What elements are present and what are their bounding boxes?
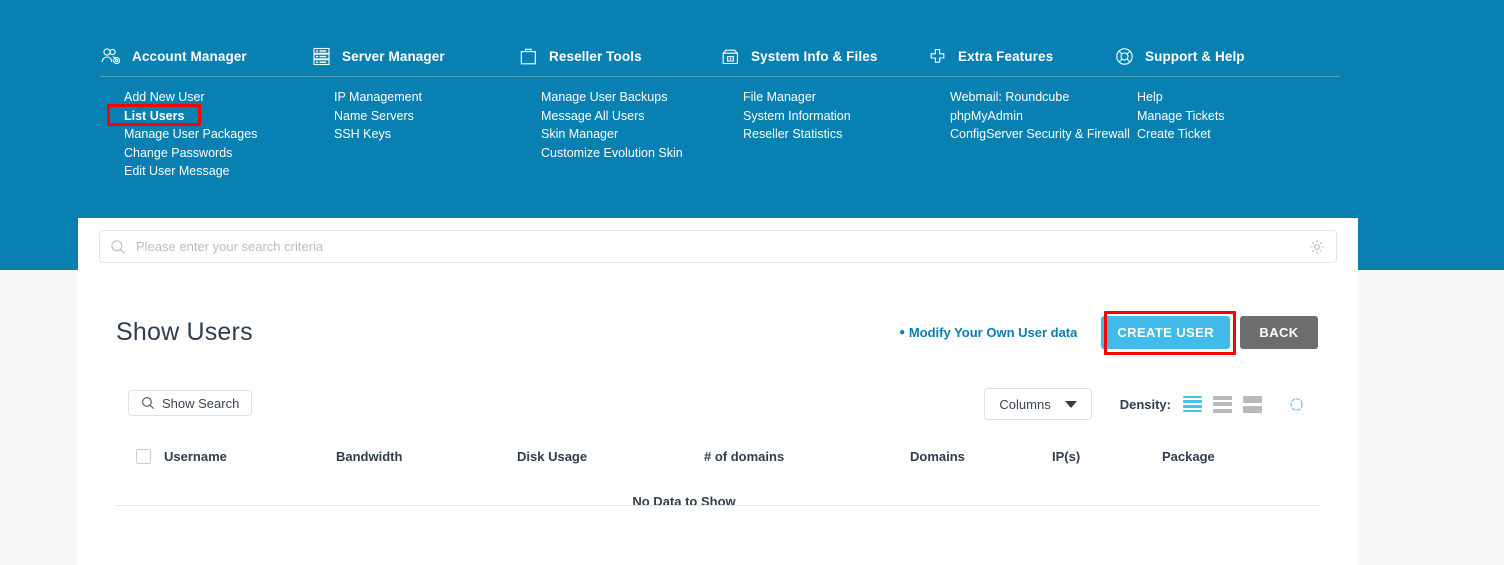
create-user-button[interactable]: CREATE USER [1101,316,1230,349]
server-rack-icon [310,46,332,66]
table-header-row: Username Bandwidth Disk Usage # of domai… [116,440,1320,472]
nav-link-edit-user-message[interactable]: Edit User Message [122,162,310,181]
nav-divider [100,76,1340,77]
select-all-checkbox[interactable] [136,448,151,464]
users-table: Username Bandwidth Disk Usage # of domai… [116,440,1320,509]
plus-icon [926,46,948,66]
nav-heading-support-help[interactable]: Support & Help [1113,40,1323,72]
refresh-icon[interactable] [1289,397,1304,412]
nav-link-webmail-roundcube[interactable]: Webmail: Roundcube [948,88,1113,107]
nav-link-help[interactable]: Help [1135,88,1323,107]
table-toolbar: Show Search Columns Density: [116,388,1320,422]
chevron-down-icon [1064,400,1077,408]
nav-columns-wrapper: Account Manager Add New User List Users … [100,40,1340,181]
nav-column-support-help: Support & Help Help Manage Tickets Creat… [1113,40,1323,181]
search-icon [110,239,126,255]
column-header-username[interactable]: Username [164,449,336,464]
nav-links-reseller-tools: Manage User Backups Message All Users Sk… [517,88,719,162]
nav-links-account-manager: Add New User List Users Manage User Pack… [100,88,310,181]
modify-own-user-data-label: Modify Your Own User data [908,325,1078,340]
column-header-package[interactable]: Package [1162,449,1282,464]
nav-column-account-manager: Account Manager Add New User List Users … [100,40,310,181]
nav-link-change-passwords[interactable]: Change Passwords [122,144,310,163]
nav-heading-label: Account Manager [132,48,247,64]
column-header-disk-usage[interactable]: Disk Usage [517,449,704,464]
nav-link-customize-evolution-skin[interactable]: Customize Evolution Skin [539,144,719,163]
search-input[interactable] [134,238,1309,255]
nav-link-reseller-statistics[interactable]: Reseller Statistics [741,125,926,144]
show-search-label: Show Search [162,395,240,411]
nav-link-manage-tickets[interactable]: Manage Tickets [1135,107,1323,126]
page-actions: ● Modify Your Own User data CREATE USER … [899,316,1318,349]
density-compact-button[interactable] [1183,395,1202,413]
nav-link-ssh-keys[interactable]: SSH Keys [332,125,517,144]
nav-link-skin-manager[interactable]: Skin Manager [539,125,719,144]
columns-label: Columns [999,396,1051,412]
nav-heading-system-info-files[interactable]: System Info & Files [719,40,926,72]
nav-heading-label: Support & Help [1145,48,1245,64]
density-label: Density: [1119,396,1171,412]
gear-icon[interactable] [1309,239,1325,255]
toolbar-right-group: Columns Density: [984,388,1304,420]
users-gear-icon [100,46,122,66]
nav-heading-label: Server Manager [342,48,445,64]
bullet-icon: ● [899,327,906,338]
nav-links-extra-features: Webmail: Roundcube phpMyAdmin ConfigServ… [926,88,1130,144]
nav-link-list-users[interactable]: List Users [122,107,310,126]
nav-link-message-all-users[interactable]: Message All Users [539,107,719,126]
column-header-bandwidth[interactable]: Bandwidth [336,449,517,464]
nav-heading-label: Extra Features [958,48,1054,64]
nav-link-file-manager[interactable]: File Manager [741,88,926,107]
nav-link-system-information[interactable]: System Information [741,107,926,126]
columns-dropdown-button[interactable]: Columns [984,388,1092,420]
table-bottom-divider [116,505,1320,506]
briefcase-icon [517,46,539,66]
nav-links-support-help: Help Manage Tickets Create Ticket [1113,88,1323,144]
nav-heading-label: System Info & Files [751,48,878,64]
nav-link-name-servers[interactable]: Name Servers [332,107,517,126]
column-header-domains[interactable]: Domains [910,449,1052,464]
show-search-button[interactable]: Show Search [128,390,253,416]
nav-heading-extra-features[interactable]: Extra Features [926,40,1113,72]
back-button[interactable]: BACK [1240,316,1318,349]
table-empty-message: No Data to Show [632,494,736,509]
nav-column-server-manager: Server Manager IP Management Name Server… [310,40,517,181]
nav-column-reseller-tools: Reseller Tools Manage User Backups Messa… [517,40,719,181]
nav-link-configserver-security-firewall[interactable]: ConfigServer Security & Firewall [948,125,1130,144]
nav-link-ip-management[interactable]: IP Management [332,88,517,107]
nav-link-create-ticket[interactable]: Create Ticket [1135,125,1323,144]
density-options [1183,395,1304,413]
nav-links-server-manager: IP Management Name Servers SSH Keys [310,88,517,144]
search-icon [141,396,155,410]
column-header-ips[interactable]: IP(s) [1052,449,1162,464]
nav-heading-account-manager[interactable]: Account Manager [100,40,310,72]
file-cabinet-icon [719,46,741,66]
column-header-num-domains[interactable]: # of domains [704,449,910,464]
page-title: Show Users [116,318,253,346]
nav-heading-server-manager[interactable]: Server Manager [310,40,517,72]
nav-links-system-info-files: File Manager System Information Reseller… [719,88,926,144]
nav-column-extra-features: Extra Features Webmail: Roundcube phpMyA… [926,40,1130,181]
nav-heading-label: Reseller Tools [549,48,642,64]
life-ring-icon [1113,46,1135,66]
nav-link-phpmyadmin[interactable]: phpMyAdmin [948,107,1113,126]
density-standard-button[interactable] [1213,395,1232,413]
nav-heading-reseller-tools[interactable]: Reseller Tools [517,40,719,72]
nav-link-manage-user-backups[interactable]: Manage User Backups [539,88,719,107]
global-search-bar[interactable] [99,230,1337,263]
nav-column-system-info-files: System Info & Files File Manager System … [719,40,926,181]
nav-link-manage-user-packages[interactable]: Manage User Packages [122,125,310,144]
density-comfortable-button[interactable] [1243,395,1262,413]
nav-link-add-new-user[interactable]: Add New User [122,88,310,107]
content-card: Show Users ● Modify Your Own User data C… [78,218,1358,565]
modify-own-user-data-link[interactable]: ● Modify Your Own User data [899,325,1077,340]
select-all-checkbox-cell [116,448,164,464]
